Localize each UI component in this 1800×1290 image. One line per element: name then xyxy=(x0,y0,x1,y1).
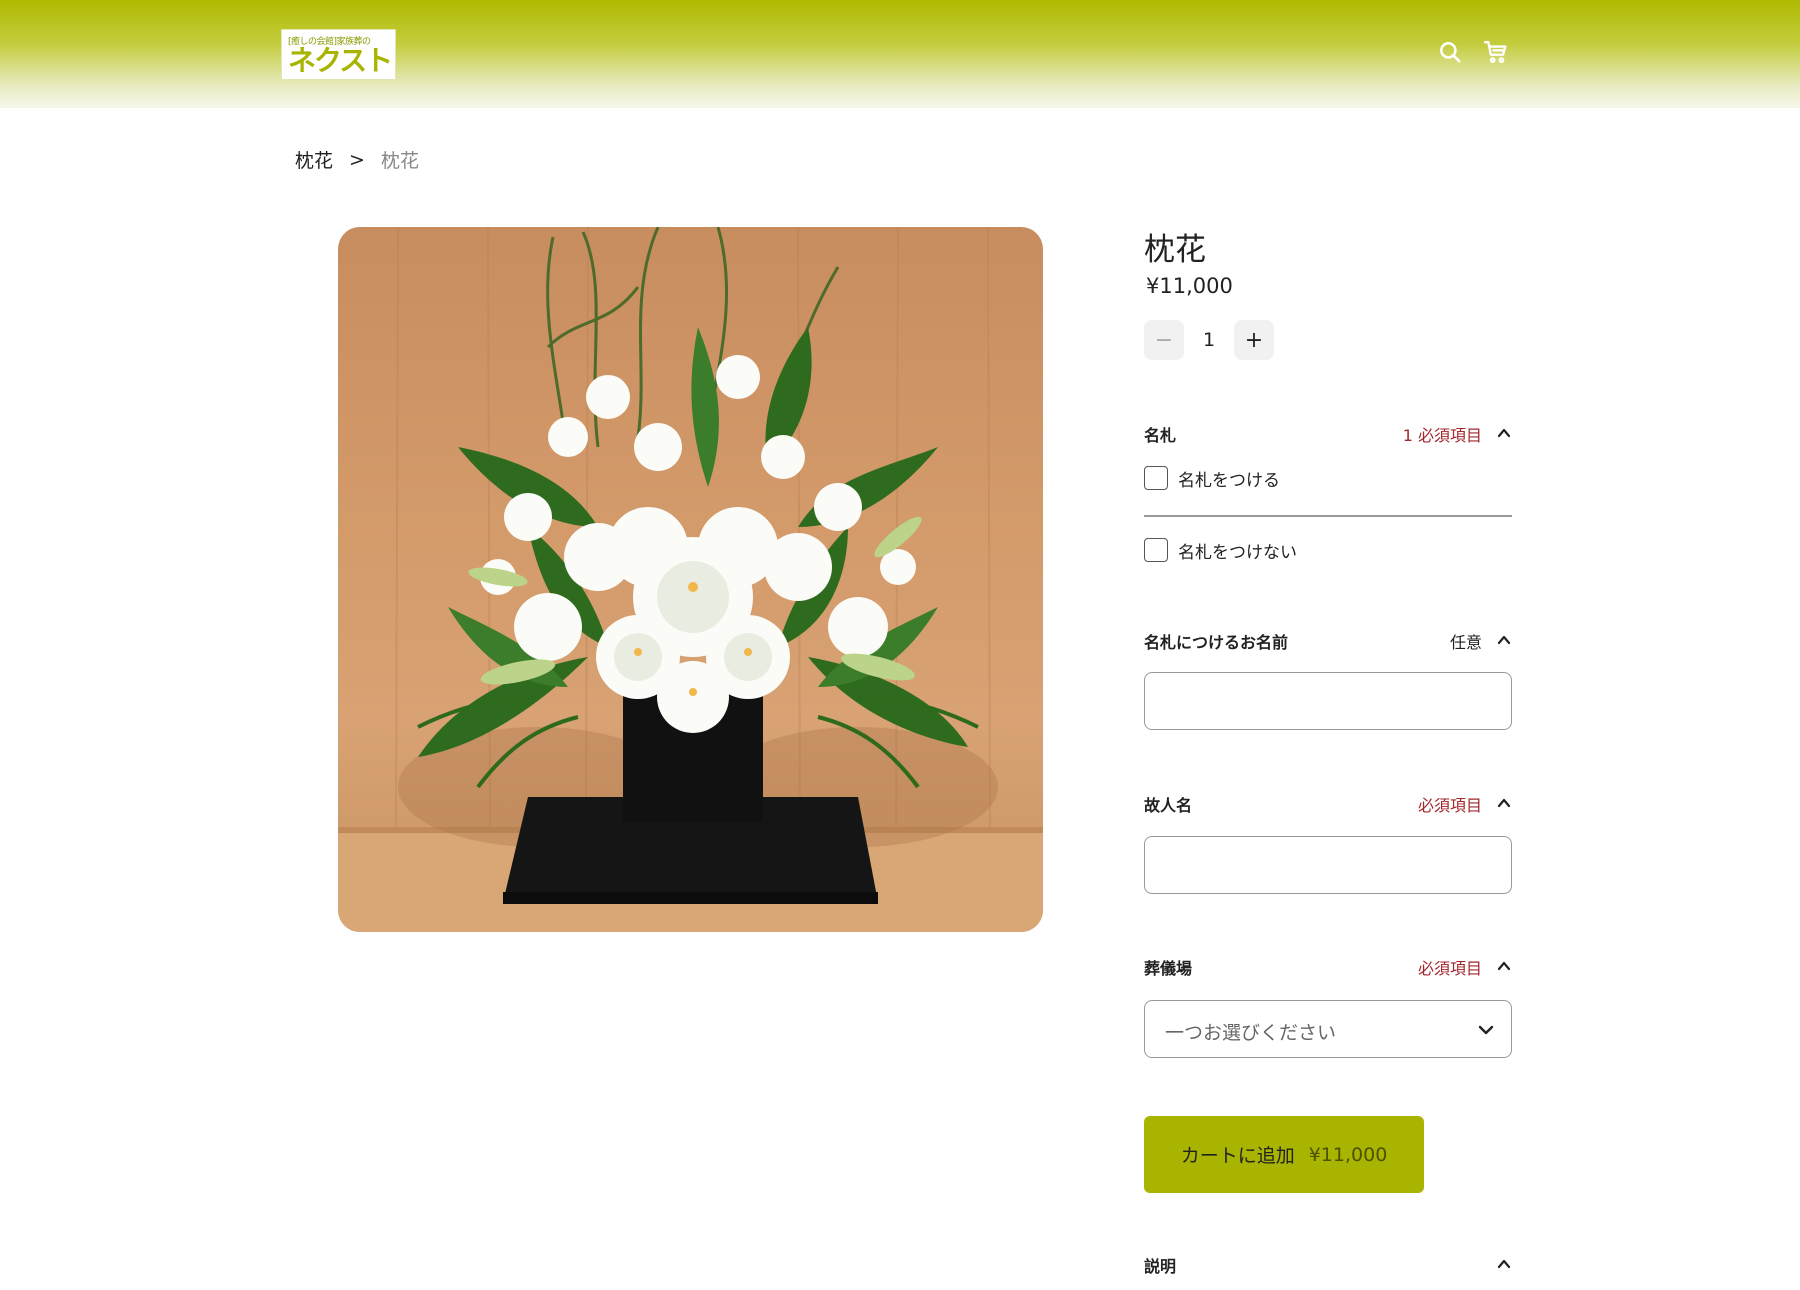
description-header[interactable]: 説明 xyxy=(1144,1253,1512,1277)
nafuda-attach-checkbox[interactable] xyxy=(1144,466,1168,490)
option-nafuda-required-badge: 1 必須項目 xyxy=(1402,426,1482,445)
option-venue-header: 葬儀場 必須項目 xyxy=(1144,955,1512,979)
venue-select[interactable]: 一つお選びください xyxy=(1144,1000,1512,1058)
chevron-up-icon[interactable] xyxy=(1496,632,1512,648)
chevron-up-icon[interactable] xyxy=(1496,958,1512,974)
option-deceased-name-required-badge: 必須項目 xyxy=(1417,796,1482,815)
description-label: 説明 xyxy=(1144,1257,1177,1276)
breadcrumb-current: 枕花 xyxy=(380,150,419,172)
chevron-up-icon[interactable] xyxy=(1496,1256,1512,1272)
option-venue-label: 葬儀場 xyxy=(1144,959,1193,978)
option-divider xyxy=(1144,515,1512,517)
nafuda-none-checkbox[interactable] xyxy=(1144,538,1168,562)
venue-select-value: 一つお選びください xyxy=(1165,1022,1337,1044)
product-image[interactable] xyxy=(338,227,1043,932)
product-price: ¥11,000 xyxy=(1146,274,1233,298)
search-icon[interactable] xyxy=(1437,39,1463,65)
option-venue-required-badge: 必須項目 xyxy=(1417,959,1482,978)
quantity-value[interactable]: 1 xyxy=(1184,329,1234,351)
nafuda-attach-option[interactable]: 名札をつける xyxy=(1144,465,1280,491)
option-nafuda-name-optional-badge: 任意 xyxy=(1449,633,1482,652)
breadcrumb-separator: > xyxy=(349,148,365,171)
add-to-cart-price: ¥11,000 xyxy=(1308,1143,1388,1166)
option-nafuda-name-label: 名札につけるお名前 xyxy=(1144,633,1289,652)
site-logo[interactable]: [癒しの会館]家族葬の ネクスト xyxy=(281,29,396,80)
option-nafuda-header: 名札 1 必須項目 xyxy=(1144,422,1512,446)
product-title: 枕花 xyxy=(1144,232,1206,268)
site-header: [癒しの会館]家族葬の ネクスト xyxy=(0,0,1800,108)
option-deceased-name-header: 故人名 必須項目 xyxy=(1144,792,1512,816)
quantity-stepper: − 1 + xyxy=(1144,320,1274,360)
option-deceased-name-label: 故人名 xyxy=(1144,796,1193,815)
chevron-down-icon xyxy=(1477,1021,1495,1039)
logo-name: ネクスト xyxy=(288,44,393,77)
deceased-name-input[interactable] xyxy=(1144,836,1512,894)
add-to-cart-button[interactable]: カートに追加 ¥11,000 xyxy=(1144,1116,1424,1193)
quantity-increase-button[interactable]: + xyxy=(1234,320,1274,360)
add-to-cart-label: カートに追加 xyxy=(1180,1145,1295,1167)
breadcrumb: 枕花 > 枕花 xyxy=(295,146,419,173)
cart-icon[interactable] xyxy=(1483,39,1509,65)
nafuda-none-label: 名札をつけない xyxy=(1178,542,1297,563)
breadcrumb-link[interactable]: 枕花 xyxy=(295,146,333,173)
chevron-up-icon[interactable] xyxy=(1496,425,1512,441)
option-nafuda-name-header: 名札につけるお名前 任意 xyxy=(1144,629,1512,653)
quantity-decrease-button[interactable]: − xyxy=(1144,320,1184,360)
chevron-up-icon[interactable] xyxy=(1496,795,1512,811)
nafuda-none-option[interactable]: 名札をつけない xyxy=(1144,537,1297,563)
nafuda-attach-label: 名札をつける xyxy=(1178,470,1280,491)
nafuda-name-input[interactable] xyxy=(1144,672,1512,730)
option-nafuda-label: 名札 xyxy=(1144,426,1177,445)
